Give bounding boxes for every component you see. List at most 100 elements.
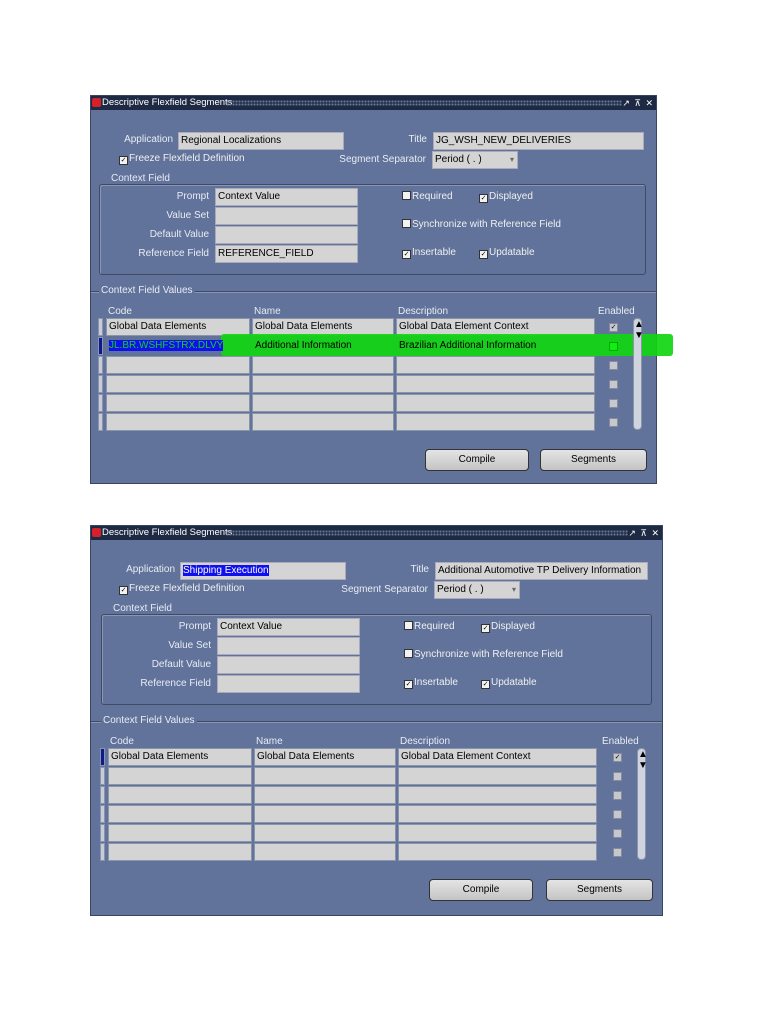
code-cell[interactable] bbox=[108, 824, 252, 842]
name-cell[interactable] bbox=[254, 805, 396, 823]
freeze-flexfield-checkbox[interactable]: ✓ Freeze Flexfield Definition bbox=[119, 583, 245, 595]
code-cell[interactable] bbox=[106, 394, 250, 412]
checkbox-unchecked-icon[interactable] bbox=[402, 191, 411, 200]
dropdown-arrow-icon[interactable]: ▾ bbox=[510, 152, 514, 168]
description-cell[interactable] bbox=[396, 375, 595, 393]
table-row[interactable] bbox=[91, 786, 662, 804]
scroll-up-arrow-icon[interactable]: ▲ bbox=[634, 319, 644, 330]
checkbox-checked-icon[interactable]: ✓ bbox=[119, 156, 128, 165]
description-cell[interactable] bbox=[398, 786, 597, 804]
enabled-checkbox-unchecked[interactable] bbox=[613, 810, 622, 819]
table-row[interactable] bbox=[91, 413, 656, 431]
row-indicator[interactable] bbox=[98, 318, 103, 336]
description-cell[interactable]: Global Data Element Context bbox=[398, 748, 597, 766]
segments-button[interactable]: Segments bbox=[540, 449, 647, 471]
enabled-checkbox-unchecked[interactable] bbox=[613, 829, 622, 838]
code-cell[interactable] bbox=[106, 356, 250, 374]
synchronize-checkbox[interactable]: Synchronize with Reference Field bbox=[402, 219, 561, 230]
updatable-checkbox[interactable]: ✓ Updatable bbox=[481, 677, 537, 689]
checkbox-checked-icon[interactable]: ✓ bbox=[481, 624, 490, 633]
row-indicator[interactable] bbox=[98, 337, 103, 355]
segments-button[interactable]: Segments bbox=[546, 879, 653, 901]
description-cell[interactable] bbox=[398, 767, 597, 785]
checkbox-checked-icon[interactable]: ✓ bbox=[404, 680, 413, 689]
name-cell[interactable] bbox=[254, 786, 396, 804]
enabled-checkbox-checked[interactable] bbox=[609, 342, 618, 351]
name-cell[interactable] bbox=[252, 394, 394, 412]
row-indicator[interactable] bbox=[98, 413, 103, 431]
row-indicator[interactable] bbox=[98, 394, 103, 412]
row-indicator[interactable] bbox=[98, 356, 103, 374]
code-cell[interactable]: JL.BR.WSHFSTRX.DLVY bbox=[106, 337, 250, 355]
row-indicator[interactable] bbox=[98, 375, 103, 393]
segment-separator-select[interactable]: Period ( . ) ▾ bbox=[432, 151, 518, 169]
name-cell[interactable] bbox=[252, 356, 394, 374]
row-indicator[interactable] bbox=[100, 748, 105, 766]
value-set-field[interactable] bbox=[217, 637, 360, 655]
window-controls-icon[interactable]: ↗ ⊼ ✕ bbox=[622, 96, 654, 110]
row-indicator[interactable] bbox=[100, 767, 105, 785]
code-cell[interactable] bbox=[106, 375, 250, 393]
description-cell[interactable] bbox=[398, 843, 597, 861]
enabled-checkbox-unchecked[interactable] bbox=[609, 380, 618, 389]
application-field[interactable]: Regional Localizations bbox=[178, 132, 344, 150]
scroll-down-arrow-icon[interactable]: ▼ bbox=[634, 330, 644, 341]
table-row[interactable] bbox=[91, 375, 656, 393]
checkbox-unchecked-icon[interactable] bbox=[402, 219, 411, 228]
enabled-checkbox-unchecked[interactable] bbox=[609, 361, 618, 370]
table-row[interactable]: Global Data Elements Global Data Elements… bbox=[91, 748, 662, 766]
description-cell[interactable] bbox=[398, 805, 597, 823]
insertable-checkbox[interactable]: ✓ Insertable bbox=[404, 677, 458, 689]
segment-separator-select[interactable]: Period ( . ) ▾ bbox=[434, 581, 520, 599]
title-field[interactable]: Additional Automotive TP Delivery Inform… bbox=[435, 562, 648, 580]
enabled-checkbox-unchecked[interactable] bbox=[609, 399, 618, 408]
vertical-scrollbar[interactable]: ▲ ▼ bbox=[637, 748, 648, 860]
checkbox-checked-icon[interactable]: ✓ bbox=[119, 586, 128, 595]
table-row[interactable]: JL.BR.WSHFSTRX.DLVY Additional Informatio… bbox=[91, 334, 673, 356]
insertable-checkbox[interactable]: ✓ Insertable bbox=[402, 247, 456, 259]
table-row[interactable] bbox=[91, 805, 662, 823]
description-cell[interactable] bbox=[396, 394, 595, 412]
description-cell[interactable]: Brazilian Additional Information bbox=[396, 337, 595, 355]
enabled-checkbox-unchecked[interactable] bbox=[613, 772, 622, 781]
checkbox-checked-icon[interactable]: ✓ bbox=[402, 250, 411, 259]
checkbox-unchecked-icon[interactable] bbox=[404, 621, 413, 630]
name-cell[interactable] bbox=[252, 413, 394, 431]
default-value-field[interactable] bbox=[215, 226, 358, 244]
description-cell[interactable] bbox=[398, 824, 597, 842]
compile-button[interactable]: Compile bbox=[425, 449, 529, 471]
code-cell[interactable] bbox=[108, 786, 252, 804]
default-value-field[interactable] bbox=[217, 656, 360, 674]
row-indicator[interactable] bbox=[100, 824, 105, 842]
name-cell[interactable] bbox=[254, 843, 396, 861]
value-set-field[interactable] bbox=[215, 207, 358, 225]
code-cell[interactable] bbox=[108, 767, 252, 785]
table-row[interactable] bbox=[91, 824, 662, 842]
description-cell[interactable] bbox=[396, 356, 595, 374]
checkbox-checked-icon[interactable]: ✓ bbox=[479, 250, 488, 259]
row-indicator[interactable] bbox=[100, 843, 105, 861]
table-row[interactable] bbox=[91, 394, 656, 412]
title-bar[interactable]: Descriptive Flexfield Segments ↗ ⊼ ✕ bbox=[91, 96, 656, 110]
code-cell[interactable] bbox=[106, 413, 250, 431]
freeze-flexfield-checkbox[interactable]: ✓ Freeze Flexfield Definition bbox=[119, 153, 245, 165]
name-cell[interactable] bbox=[252, 375, 394, 393]
title-bar[interactable]: Descriptive Flexfield Segments ↗ ⊼ ✕ bbox=[91, 526, 662, 540]
synchronize-checkbox[interactable]: Synchronize with Reference Field bbox=[404, 649, 563, 660]
table-row[interactable] bbox=[91, 843, 662, 861]
name-cell[interactable] bbox=[254, 824, 396, 842]
reference-field-field[interactable]: REFERENCE_FIELD bbox=[215, 245, 358, 263]
scroll-down-arrow-icon[interactable]: ▼ bbox=[638, 760, 648, 771]
code-cell[interactable] bbox=[108, 843, 252, 861]
prompt-field[interactable]: Context Value bbox=[217, 618, 360, 636]
table-row[interactable] bbox=[91, 356, 656, 374]
name-cell[interactable] bbox=[254, 767, 396, 785]
table-row[interactable] bbox=[91, 767, 662, 785]
displayed-checkbox[interactable]: ✓ Displayed bbox=[481, 621, 535, 633]
enabled-checkbox-unchecked[interactable] bbox=[609, 418, 618, 427]
scroll-up-arrow-icon[interactable]: ▲ bbox=[638, 749, 648, 760]
compile-button[interactable]: Compile bbox=[429, 879, 533, 901]
description-cell[interactable] bbox=[396, 413, 595, 431]
prompt-field[interactable]: Context Value bbox=[215, 188, 358, 206]
enabled-checkbox-checked[interactable]: ✓ bbox=[609, 323, 618, 332]
